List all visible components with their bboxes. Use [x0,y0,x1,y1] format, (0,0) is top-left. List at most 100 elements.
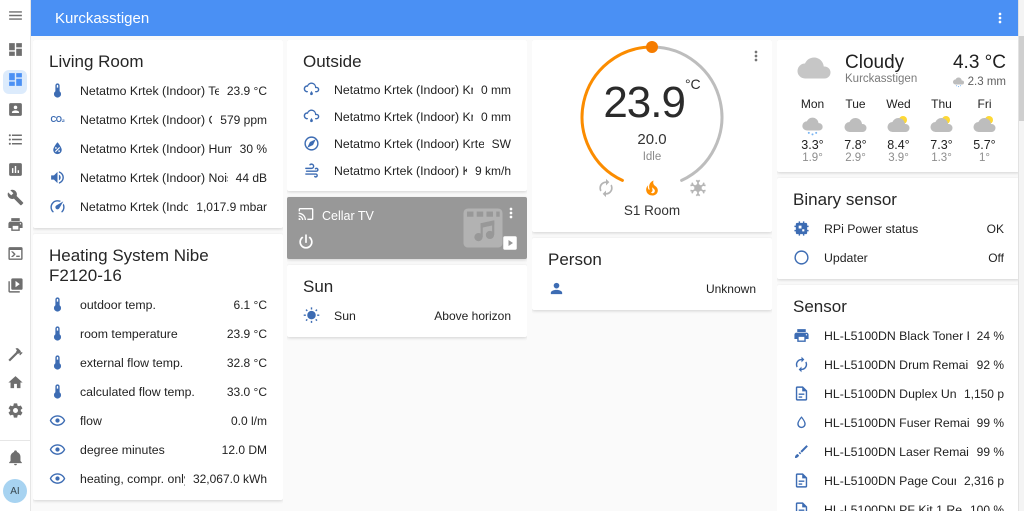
sidebar-item-supervisor[interactable] [3,373,27,397]
auto-mode-icon[interactable] [596,178,616,198]
entity-row[interactable]: HL-L5100DN Black Toner Remaining 24 % [777,321,1018,350]
entity-name: Netatmo Krtek (Indoor) Pressure [80,199,189,214]
entity-row[interactable]: external flow temp. 32.8 °C [33,348,283,377]
entity-row[interactable]: room temperature 23.9 °C [33,319,283,348]
entity-row[interactable]: flow 0.0 l/m [33,406,283,435]
entity-name: heating, compr. only. [80,471,185,486]
outside-card: Outside Netatmo Krtek (Indoor) Krtek rai… [287,40,527,191]
entity-row[interactable]: Updater Off [777,243,1018,272]
forecast-day: Thu 7.3° 1.3° [920,97,963,164]
forecast-day-label: Mon [800,97,825,111]
entity-name: Netatmo Krtek (Indoor) Humidity [80,141,232,156]
entity-row[interactable]: Netatmo Krtek (Indoor) Temperature 23.9 °… [33,76,283,105]
file-document-icon [793,385,810,402]
entity-value: 44 dB [235,170,267,185]
entity-name: Sun [334,308,356,323]
cool-mode-icon[interactable] [688,178,708,198]
entity-name: Netatmo Krtek (Indoor) Krtek rainmeter R… [334,82,473,97]
sidebar-item-terminal[interactable] [3,244,27,268]
entity-row[interactable]: Netatmo Krtek (Indoor) Krtek windmeter D… [287,130,527,157]
forecast-high: 3.3° [801,138,824,152]
entity-name: Updater [824,250,868,265]
forecast-day: Wed 8.4° 3.9° [877,97,920,164]
forecast-day-label: Wed [886,97,911,111]
sidebar-item-developer-tools[interactable] [3,345,27,369]
entity-row[interactable]: Netatmo Krtek (Indoor) Humidity 30 % [33,134,283,163]
entity-name: flow [80,413,102,428]
entity-row[interactable]: HL-L5100DN Fuser Remaining Life 99 % [777,408,1018,437]
menu-icon[interactable] [3,6,27,30]
user-avatar[interactable]: AI [3,479,27,503]
entity-name: Netatmo Krtek (Indoor) Krtek windmeter D… [334,136,484,151]
molecule-co2-icon: CO₂ [50,115,65,124]
entity-value: 100 % [969,502,1004,511]
card-title: Sun [303,277,334,296]
entity-value: 12.0 DM [221,442,267,457]
entity-row[interactable]: degree minutes 12.0 DM [33,435,283,464]
forecast-day-label: Fri [977,97,992,111]
entity-row[interactable]: Netatmo Krtek (Indoor) Krtek windmete...… [287,157,527,184]
heat-mode-icon[interactable] [642,178,662,198]
power-button[interactable] [296,232,316,252]
sidebar-item-configuration[interactable] [3,401,27,425]
thermostat-handle [646,41,658,53]
entity-row[interactable]: HL-L5100DN Duplex Unit Pages Counter 1,15… [777,379,1018,408]
scrollbar-thumb[interactable] [1019,36,1024,121]
gauge-icon [49,198,66,215]
sidebar-item-media[interactable] [3,276,27,300]
forecast-low: 2.9° [845,152,866,164]
entity-row[interactable]: Unknown [532,274,772,303]
entity-row[interactable]: Netatmo Krtek (Indoor) Krtek rainmeter R… [287,103,527,130]
hvac-state: Idle [642,151,662,163]
entity-name: HL-L5100DN Drum Remaining Life [824,357,969,372]
entity-value: 32,067.0 kWh [192,471,267,486]
sidebar-item-printer[interactable] [3,215,27,239]
entity-row[interactable]: Netatmo Krtek (Indoor) Noise 44 dB [33,163,283,192]
sidebar-item-person-badge[interactable] [3,100,27,124]
scrollbar[interactable] [1018,0,1024,511]
entity-value: 0.0 l/m [230,413,267,428]
app-bar: Kurckasstigen [30,0,1018,36]
sidebar-item-wrench[interactable] [3,188,27,212]
entity-row[interactable]: Sun Above horizon [287,301,527,330]
notifications-bell-icon[interactable] [3,448,27,472]
media-player-card: Cellar TV [287,197,527,259]
entity-row[interactable]: HL-L5100DN PF Kit 1 Remaining Life 100 % [777,495,1018,511]
entity-row[interactable]: CO₂ Netatmo Krtek (Indoor) CO2 579 ppm [33,105,283,134]
sidebar-item-dashboard[interactable] [3,40,27,64]
precipitation-icon [952,75,965,88]
entity-value: 99 % [976,444,1004,459]
entity-value: 1,017.9 mbar [196,199,267,214]
sun-icon [303,307,320,324]
entity-row[interactable]: Netatmo Krtek (Indoor) Krtek rainmeter R… [287,76,527,103]
dashboard: Living Room Netatmo Krtek (Indoor) Tempe… [30,36,1018,511]
entity-row[interactable]: outdoor temp. 6.1 °C [33,290,283,319]
person-card: Person Unknown [532,238,772,310]
entity-row[interactable]: HL-L5100DN Laser Remaining Life 99 % [777,437,1018,466]
overflow-menu-icon[interactable] [992,10,1008,26]
forecast-high: 5.7° [973,138,996,152]
forecast-low: 3.9° [888,152,909,164]
entity-row[interactable]: Netatmo Krtek (Indoor) Pressure 1,017.9 m… [33,192,283,221]
forecast-rainy-icon [800,113,825,137]
forecast-low: 1° [979,152,990,164]
forecast-high: 7.8° [844,138,867,152]
sidebar-item-dashboard-selected[interactable] [3,70,27,94]
weather-card[interactable]: Cloudy Kurckasstigen 4.3 °C 2.3 mm Mon 3.… [777,40,1018,172]
entity-name: Netatmo Krtek (Indoor) CO2 [80,112,212,127]
entity-row[interactable]: calculated flow temp. 33.0 °C [33,377,283,406]
entity-row[interactable]: HL-L5100DN Page Counter 2,316 p [777,466,1018,495]
printer-icon [793,327,810,344]
sidebar: AI [0,0,31,511]
entity-row[interactable]: heating, compr. only. 32,067.0 kWh [33,464,283,493]
sidebar-item-history-chart[interactable] [3,160,27,184]
entity-row[interactable]: HL-L5100DN Drum Remaining Life 92 % [777,350,1018,379]
entity-value: SW [491,136,511,151]
sensor-card: Sensor HL-L5100DN Black Toner Remaining 2… [777,285,1018,511]
entity-row[interactable]: RPi Power status OK [777,214,1018,243]
water-percent-icon [49,140,66,157]
thermometer-icon [49,325,66,342]
entity-name: Netatmo Krtek (Indoor) Krtek windmete... [334,163,467,178]
temperature-unit: °C [684,76,701,92]
sidebar-item-logbook-list[interactable] [3,130,27,154]
